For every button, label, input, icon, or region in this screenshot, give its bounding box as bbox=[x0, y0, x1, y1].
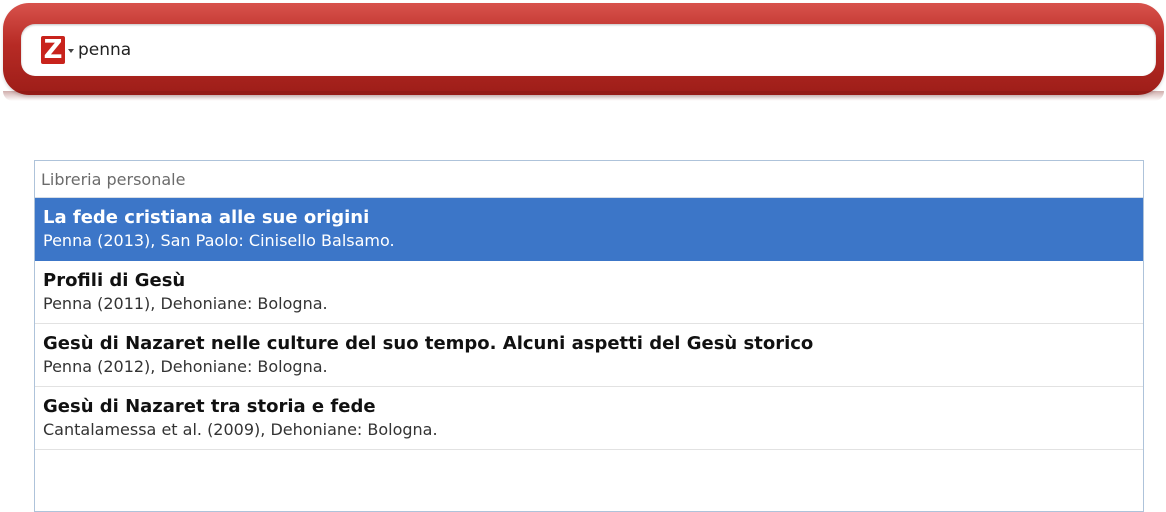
result-meta: Penna (2011), Dehoniane: Bologna. bbox=[43, 294, 328, 313]
search-bar: Z bbox=[3, 3, 1164, 101]
search-engine-selector[interactable]: Z bbox=[41, 36, 74, 64]
section-header: Libreria personale bbox=[35, 161, 1143, 198]
result-item[interactable]: Profili di Gesù Penna (2011), Dehoniane:… bbox=[35, 261, 1143, 324]
result-title: Profili di Gesù bbox=[43, 270, 186, 291]
result-item[interactable]: Gesù di Nazaret tra storia e fede Cantal… bbox=[35, 387, 1143, 450]
result-title: Gesù di Nazaret nelle culture del suo te… bbox=[43, 333, 814, 354]
search-field-container[interactable]: Z bbox=[21, 24, 1156, 76]
results-dropdown: Libreria personale La fede cristiana all… bbox=[34, 160, 1144, 512]
result-meta: Penna (2012), Dehoniane: Bologna. bbox=[43, 357, 328, 376]
result-meta: Cantalamessa et al. (2009), Dehoniane: B… bbox=[43, 420, 438, 439]
result-item[interactable]: Gesù di Nazaret nelle culture del suo te… bbox=[35, 324, 1143, 387]
result-item[interactable]: La fede cristiana alle sue origini Penna… bbox=[35, 198, 1143, 261]
search-input[interactable] bbox=[78, 40, 978, 60]
chevron-down-icon bbox=[68, 49, 74, 53]
result-meta: Penna (2013), San Paolo: Cinisello Balsa… bbox=[43, 231, 395, 250]
zotero-z-icon: Z bbox=[41, 36, 65, 64]
result-title: La fede cristiana alle sue origini bbox=[43, 207, 370, 228]
result-title: Gesù di Nazaret tra storia e fede bbox=[43, 396, 376, 417]
